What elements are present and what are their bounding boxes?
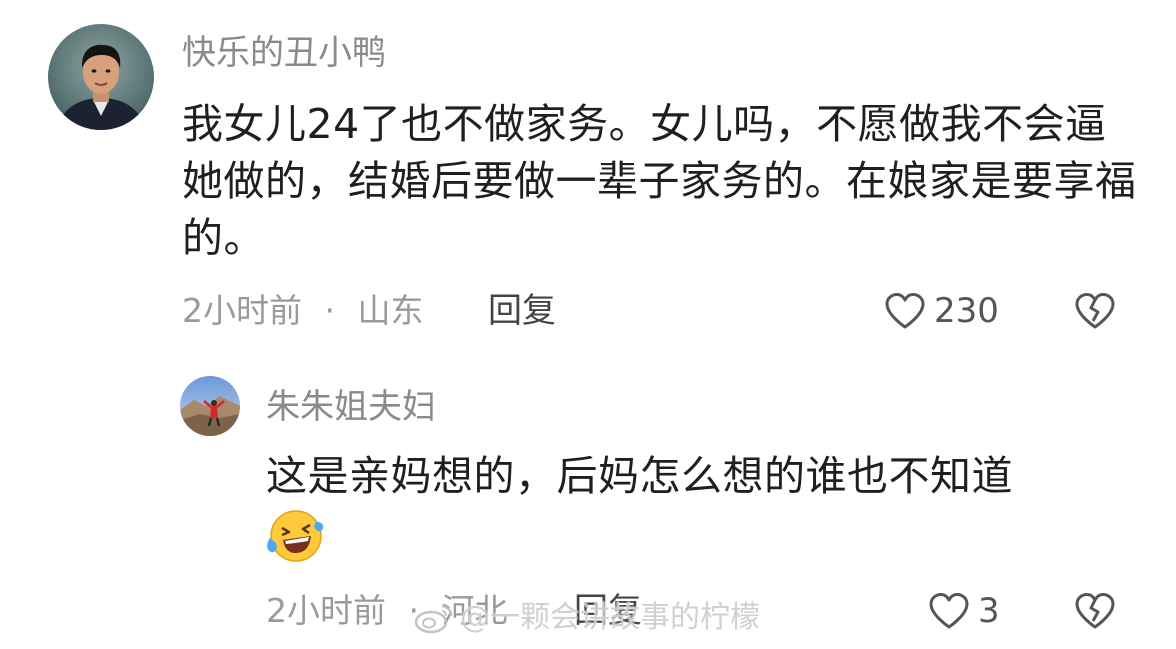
heart-icon (929, 593, 969, 629)
weibo-logo-icon (414, 604, 453, 634)
avatar[interactable] (48, 24, 154, 130)
watermark-text: @一颗会讲故事的柠檬 (460, 600, 760, 635)
watermark: @一颗会讲故事的柠檬 (414, 598, 760, 638)
dislike-button[interactable] (1074, 291, 1116, 335)
like-button[interactable]: 3 (928, 588, 1000, 634)
reply-button[interactable]: 回复 (488, 288, 556, 334)
laughing-with-tears-emoji-icon (264, 508, 326, 570)
meta-separator: · (324, 291, 336, 330)
heart-icon (885, 293, 925, 329)
timestamp: 2小时前 (266, 591, 386, 630)
like-count: 230 (934, 291, 999, 331)
avatar[interactable] (180, 376, 240, 436)
broken-heart-icon (1075, 593, 1115, 629)
location: 山东 (357, 291, 424, 330)
like-button[interactable]: 230 (884, 288, 999, 334)
comment-text: 这是亲妈想的，后妈怎么想的谁也不知道 (266, 452, 1013, 500)
comment-text: 我女儿24了也不做家务。女儿吗，不愿做我不会逼她做的，结婚后要做一辈子家务的。在… (182, 100, 1137, 262)
username[interactable]: 快乐的丑小鸭 (182, 30, 386, 76)
user-avatar-photo (180, 376, 240, 436)
timestamp: 2小时前 (182, 291, 302, 330)
dislike-button[interactable] (1074, 591, 1116, 635)
user-avatar-photo (48, 24, 154, 130)
comment-meta: 2小时前 · 山东 (182, 288, 424, 334)
like-count: 3 (978, 591, 1000, 631)
username[interactable]: 朱朱姐夫妇 (266, 384, 436, 430)
broken-heart-icon (1075, 293, 1115, 329)
